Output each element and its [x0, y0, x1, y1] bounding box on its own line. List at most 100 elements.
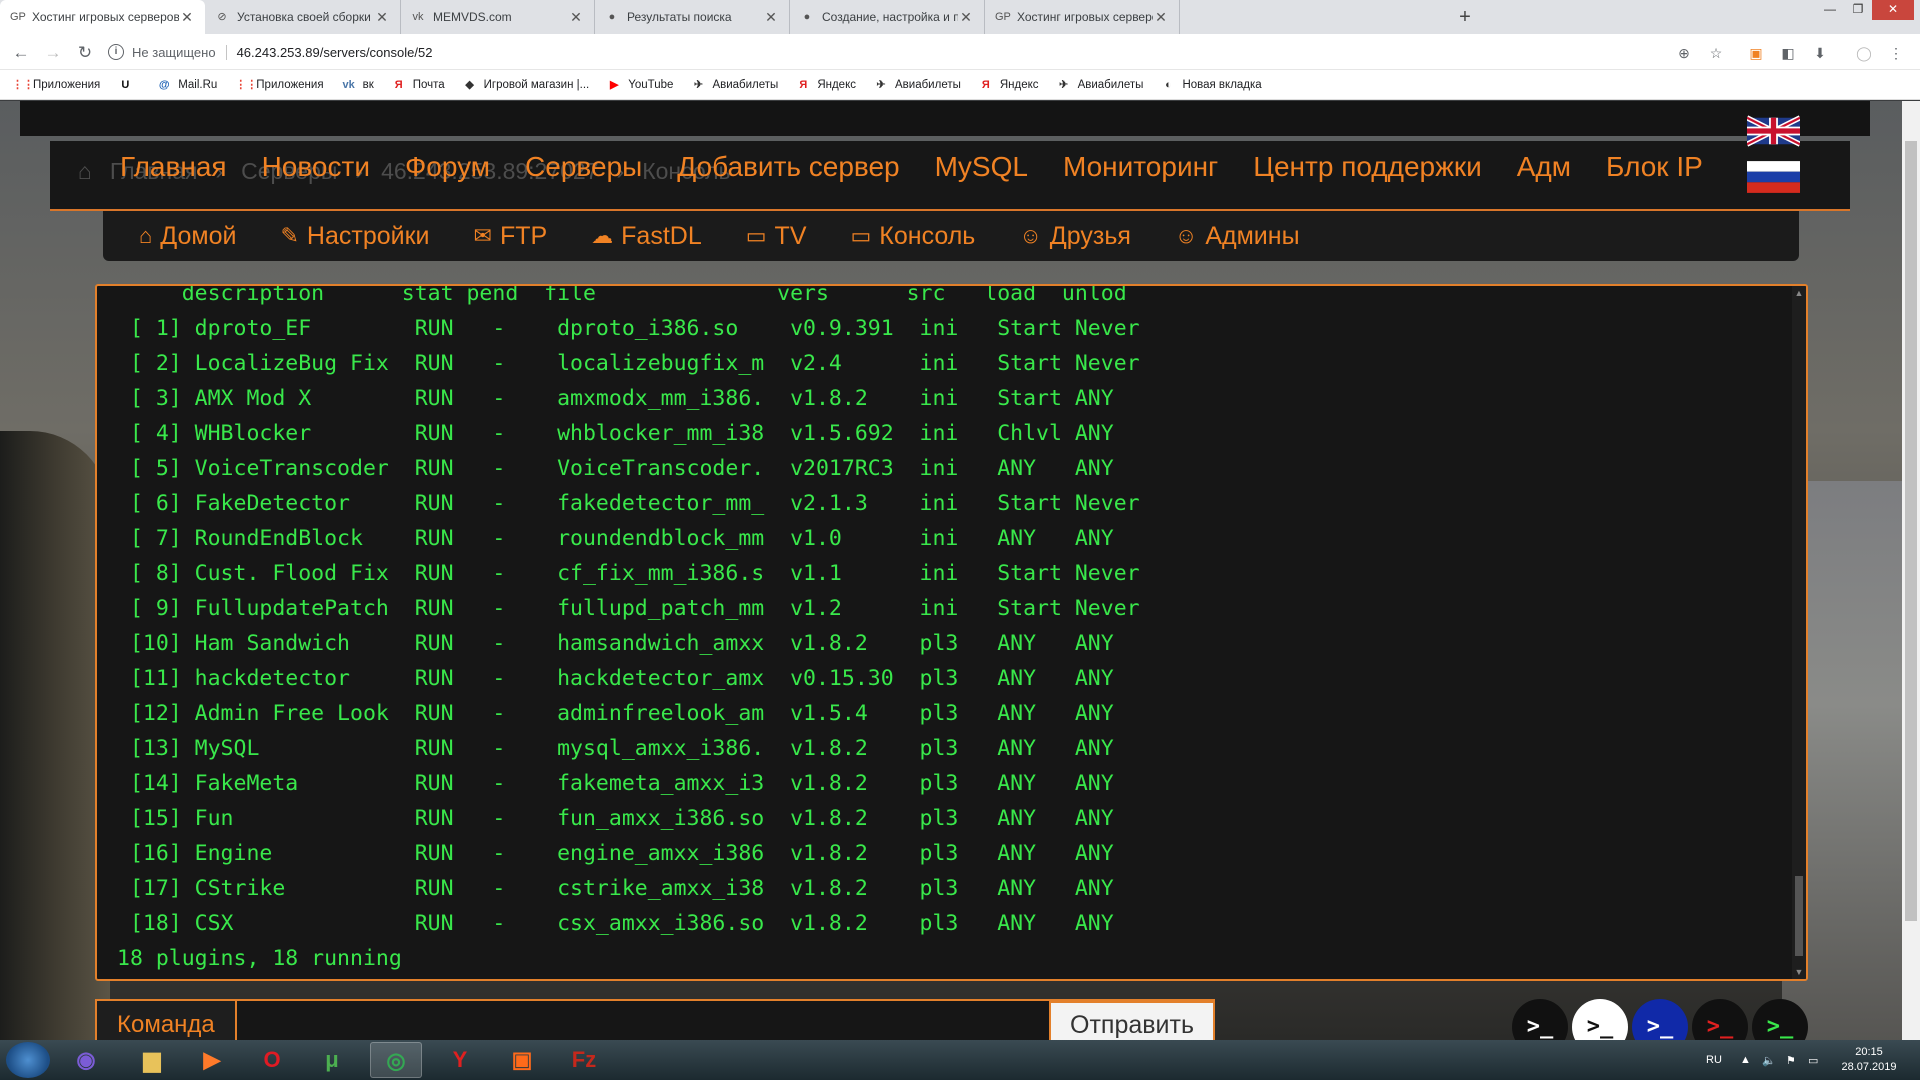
subnav-item[interactable]: ▭ Консоль [851, 222, 976, 251]
bookmark-label: Игровой магазин |... [483, 78, 590, 91]
tab-favicon-icon: ● [803, 11, 811, 23]
nav-link[interactable]: Адм [1517, 141, 1571, 193]
chrome-taskbar-icon[interactable]: ◎ [370, 1042, 422, 1078]
bookmark-item[interactable]: Я Яндекс [979, 78, 1039, 92]
bookmark-item[interactable]: ▶ YouTube [607, 78, 673, 92]
nav-link[interactable]: Добавить сервер [677, 141, 899, 193]
russia-flag-icon[interactable] [1747, 160, 1800, 194]
security-status[interactable]: Не защищено [132, 44, 227, 60]
menu-kebab-icon[interactable]: ⋮ [1886, 43, 1906, 63]
browser-tab[interactable]: GP Хостинг игровых серверов ✕ [0, 0, 205, 34]
scroll-up-icon[interactable]: ▲ [1792, 286, 1806, 300]
maximize-button[interactable]: ❐ [1844, 0, 1872, 20]
yandex-taskbar-icon[interactable]: Y [434, 1042, 486, 1078]
nav-link[interactable]: Центр поддержки [1253, 141, 1481, 193]
forward-icon[interactable]: → [42, 42, 64, 64]
browser-tab[interactable]: ● Создание, настройка и продви✕ [790, 0, 985, 34]
zoom-icon[interactable]: ⊕ [1674, 43, 1694, 63]
language-indicator[interactable]: RU [1706, 1040, 1722, 1080]
nav-link[interactable]: Форум [405, 141, 490, 193]
nav-link[interactable]: MySQL [935, 141, 1028, 193]
bookmark-item[interactable]: Я Яндекс [796, 78, 856, 92]
subnav-item[interactable]: ▭ TV [746, 222, 807, 251]
tab-close-icon[interactable]: ✕ [568, 9, 584, 26]
send-button[interactable]: Отправить [1049, 1001, 1215, 1040]
subnav-item[interactable]: ⌂ Домой [139, 222, 236, 251]
console-line: [16] Engine RUN - engine_amxx_i386 v1.8.… [117, 841, 1114, 866]
system-clock[interactable]: 20:15 28.07.2019 [1838, 1045, 1900, 1075]
subnav-item[interactable]: ✎ Настройки [280, 222, 429, 251]
console-scroll-thumb[interactable] [1795, 876, 1803, 956]
opera-taskbar-icon[interactable]: O [246, 1042, 298, 1078]
address-bar[interactable]: i Не защищено 46.243.253.89/servers/cons… [108, 39, 1718, 65]
bookmark-item[interactable]: vk вк [342, 78, 373, 92]
reload-icon[interactable]: ↻ [74, 42, 96, 64]
tab-title: MEMVDS.com [433, 10, 512, 24]
browser-tab[interactable]: vk MEMVDS.com ✕ [401, 0, 595, 34]
quick-command-button[interactable]: >_ [1512, 999, 1568, 1040]
nav-link[interactable]: Новости [262, 141, 370, 193]
nav-link[interactable]: Мониторинг [1063, 141, 1218, 193]
close-window-button[interactable]: ✕ [1872, 0, 1914, 20]
subnav-item[interactable]: ☁ FastDL [591, 222, 702, 251]
tray-arrow-icon[interactable]: ▲ [1740, 1040, 1751, 1080]
quick-command-button[interactable]: >_ [1692, 999, 1748, 1040]
volume-icon[interactable]: 🔈 [1762, 1040, 1776, 1080]
tab-close-icon[interactable]: ✕ [1153, 9, 1169, 26]
download-icon[interactable]: ⬇ [1810, 43, 1830, 63]
quick-command-button[interactable]: >_ [1572, 999, 1628, 1040]
bookmark-item[interactable]: Я Почта [392, 78, 445, 92]
tab-close-icon[interactable]: ✕ [958, 9, 974, 26]
start-button[interactable] [6, 1042, 50, 1078]
bookmark-item[interactable]: U [118, 78, 139, 92]
explorer-taskbar-icon[interactable]: ▆ [126, 1042, 178, 1078]
bookmark-item[interactable]: ⋮⋮ Приложения [12, 78, 100, 92]
media-taskbar-icon[interactable]: ▶ [186, 1042, 238, 1078]
back-icon[interactable]: ← [10, 42, 32, 64]
command-input[interactable] [239, 1001, 1049, 1040]
torrent-taskbar-icon[interactable]: μ [306, 1042, 358, 1078]
bookmark-label: Mail.Ru [178, 78, 218, 91]
quick-command-button[interactable]: >_ [1632, 999, 1688, 1040]
bookmark-item[interactable]: ◆ Игровой магазин |... [463, 78, 590, 92]
server-console-output[interactable]: description stat pend file vers src load… [95, 284, 1808, 981]
tab-close-icon[interactable]: ✕ [763, 9, 779, 26]
bookmark-item[interactable]: ✈ Авиабилеты [691, 78, 778, 92]
uk-flag-icon[interactable] [1747, 114, 1800, 148]
subnav-item[interactable]: ☺ Админы [1175, 222, 1300, 251]
game-taskbar-icon[interactable]: ▣ [496, 1042, 548, 1078]
profile-avatar-icon[interactable]: ◯ [1854, 43, 1874, 63]
viber-taskbar-icon[interactable]: ◉ [60, 1042, 112, 1078]
subnav-item[interactable]: ✉ FTP [474, 222, 548, 251]
url-text[interactable]: 46.243.253.89/servers/console/52 [237, 45, 433, 60]
network-icon[interactable]: ⚑ [1786, 1040, 1796, 1080]
browser-tab[interactable]: GP Хостинг игровых серверов ✕ [985, 0, 1180, 34]
browser-tab[interactable]: ⊘ Установка своей сборки Counte✕ [205, 0, 401, 34]
tab-close-icon[interactable]: ✕ [179, 9, 195, 26]
bookmark-icon: ◆ [465, 78, 474, 91]
scroll-down-icon[interactable]: ▼ [1792, 965, 1806, 979]
bookmark-item[interactable]: ◐ Новая вкладка [1161, 78, 1262, 92]
page-scroll-thumb[interactable] [1905, 141, 1917, 921]
filezilla-taskbar-icon[interactable]: Fz [558, 1042, 610, 1078]
extension-icon[interactable]: ▣ [1746, 43, 1766, 63]
new-tab-button[interactable]: + [1452, 5, 1478, 29]
nav-link[interactable]: Блок IP [1606, 141, 1703, 193]
display-icon[interactable]: ▭ [1808, 1040, 1818, 1080]
nav-link[interactable]: Серверы [525, 141, 642, 193]
extension-icon-2[interactable]: ◧ [1778, 43, 1798, 63]
info-icon[interactable]: i [108, 44, 124, 60]
bookmark-item[interactable]: ⋮⋮ Приложения [235, 78, 323, 92]
bookmark-item[interactable]: ✈ Авиабилеты [1057, 78, 1143, 92]
bookmark-item[interactable]: ✈ Авиабилеты [874, 78, 960, 92]
console-scrollbar[interactable]: ▲ ▼ [1792, 286, 1806, 979]
tab-close-icon[interactable]: ✕ [374, 9, 390, 26]
browser-tab[interactable]: ● Результаты поиска ✕ [595, 0, 790, 34]
home-icon[interactable]: ⌂ [78, 158, 92, 185]
bookmark-star-icon[interactable]: ☆ [1706, 43, 1726, 63]
bookmark-item[interactable]: @ Mail.Ru [157, 78, 217, 92]
subnav-item[interactable]: ☺ Друзья [1019, 222, 1131, 251]
page-scrollbar[interactable] [1902, 101, 1920, 1040]
minimize-button[interactable]: — [1816, 0, 1844, 20]
nav-link[interactable]: Главная [120, 141, 227, 193]
